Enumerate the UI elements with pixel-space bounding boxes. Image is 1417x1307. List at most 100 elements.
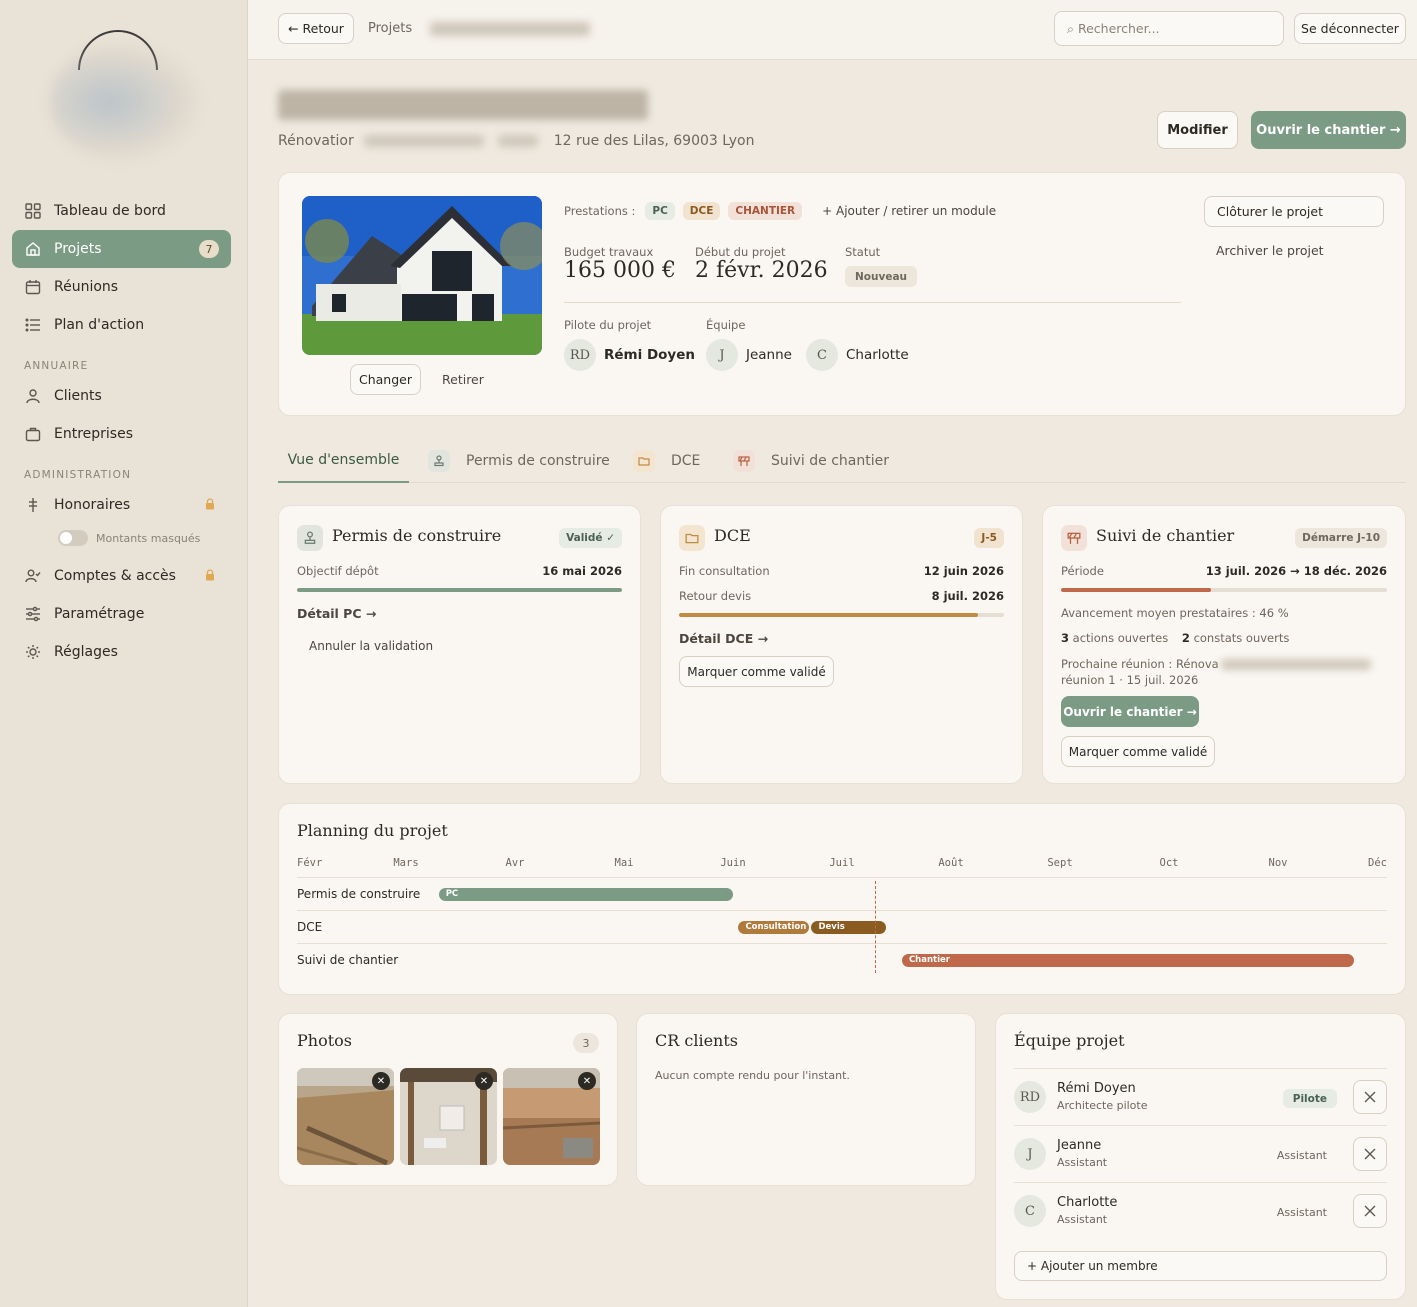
sidebar-item-companies[interactable]: Entreprises [12, 415, 231, 453]
planning-bar[interactable]: Chantier [901, 954, 1355, 967]
remove-member-button[interactable] [1353, 1137, 1387, 1171]
lock-icon [205, 568, 215, 584]
open-site-card-button[interactable]: Ouvrir le chantier → [1061, 696, 1199, 727]
sidebar-item-action-plan[interactable]: Plan d'action [12, 306, 231, 344]
project-type: Rénovatior [278, 133, 354, 149]
close-icon[interactable]: ✕ [372, 1072, 390, 1090]
archive-project-link[interactable]: Archiver le projet [1216, 243, 1324, 258]
status-badge: Nouveau [845, 266, 918, 287]
project-address: 12 rue des Lilas, 69003 Lyon [553, 133, 755, 149]
briefcase-icon [24, 425, 42, 443]
toggle-switch[interactable] [58, 530, 88, 546]
user-check-icon [24, 567, 42, 585]
calendar-icon [24, 278, 42, 296]
photo-thumbnail[interactable]: ✕ [503, 1068, 600, 1165]
stamp-icon [428, 449, 450, 472]
sidebar-item-preferences[interactable]: Réglages [12, 633, 231, 671]
period-value: 13 juil. 2026 → 18 déc. 2026 [1205, 564, 1387, 578]
project-team-card: Équipe projet RD Rémi Doyen Architecte p… [995, 1013, 1406, 1300]
sidebar-item-clients[interactable]: Clients [12, 377, 231, 415]
sidebar-item-label: Projets [54, 241, 102, 257]
prestation-chip-chantier: CHANTIER [728, 202, 803, 220]
site-progress-bar [1061, 588, 1387, 592]
period-label: Période [1061, 564, 1104, 578]
tab-site-monitoring[interactable]: Suivi de chantier [733, 438, 889, 483]
planning-month-label: Mai [614, 857, 634, 869]
edit-button[interactable]: Modifier [1157, 111, 1238, 149]
add-member-button[interactable]: + Ajouter un membre [1014, 1251, 1387, 1281]
team-label: Équipe [706, 318, 746, 332]
planning-card: Planning du projet Févr Mars Avr Mai Juin Jui… [278, 803, 1406, 995]
planning-month-label: Juin [720, 857, 746, 869]
planning-title: Planning du projet [297, 821, 448, 840]
project-summary-card: Changer Retirer Prestations : PC DCE CHA… [278, 172, 1406, 416]
detail-pc-link[interactable]: Détail PC → [297, 606, 376, 621]
pilot-badge: Pilote [1282, 1089, 1337, 1108]
dce-card: DCE J-5 Fin consultation 12 juin 2026 Re… [660, 505, 1023, 784]
mark-validated-button[interactable]: Marquer comme validé [679, 656, 834, 687]
avatar: C [805, 339, 838, 371]
planning-bar[interactable]: PC [438, 888, 733, 901]
photos-count-badge: 3 [573, 1033, 599, 1053]
end-consultation-value: 12 juin 2026 [923, 564, 1004, 578]
progress-fill [679, 613, 978, 617]
remove-member-button[interactable] [1353, 1194, 1387, 1228]
planning-month-label: Nov [1268, 857, 1288, 869]
close-project-button[interactable]: Clôturer le projet [1204, 196, 1384, 227]
mark-validated-button[interactable]: Marquer comme validé [1061, 736, 1215, 767]
remove-member-button[interactable] [1353, 1080, 1387, 1114]
project-title-blurred [278, 90, 648, 120]
sidebar-item-label: Plan d'action [54, 317, 145, 333]
sliders-icon [24, 605, 42, 623]
add-module-link[interactable]: + Ajouter / retirer un module [822, 204, 996, 218]
planning-month-label: Mars [393, 857, 419, 869]
tab-dce[interactable]: DCE [633, 438, 700, 483]
dce-progress-bar [679, 613, 1004, 617]
lock-icon [205, 497, 215, 513]
tab-overview[interactable]: Vue d'ensemble [278, 438, 409, 483]
logout-button[interactable]: Se déconnecter [1294, 13, 1406, 44]
close-icon[interactable]: ✕ [475, 1072, 493, 1090]
back-button[interactable]: ← Retour [278, 13, 354, 44]
next-meeting-line1: Prochaine réunion : Rénova [1061, 657, 1219, 671]
team-title: Équipe projet [1014, 1031, 1125, 1050]
close-icon[interactable]: ✕ [578, 1072, 596, 1090]
start-label: Début du projet [695, 245, 786, 259]
photo-thumbnail[interactable]: ✕ [297, 1068, 394, 1165]
amounts-hidden-toggle[interactable]: Montants masqués [58, 530, 200, 546]
sidebar-item-projects[interactable]: Projets 7 [12, 230, 231, 268]
end-consultation-label: Fin consultation [679, 564, 770, 578]
progress-fill [297, 588, 622, 592]
tab-label: DCE [671, 452, 701, 469]
member-role: Architecte pilote [1057, 1099, 1148, 1112]
sidebar-item-label: Réunions [54, 279, 119, 295]
sidebar-item-dashboard[interactable]: Tableau de bord [12, 192, 231, 230]
tab-label: Permis de construire [466, 452, 610, 469]
sidebar-item-settings-config[interactable]: Paramétrage [12, 595, 231, 633]
avatar: RD [564, 339, 596, 371]
detail-dce-link[interactable]: Détail DCE → [679, 631, 768, 646]
next-meeting: Prochaine réunion : Rénova réunion 1 · 1… [1061, 656, 1371, 688]
member-tag: Assistant [1276, 1206, 1327, 1219]
sidebar-item-meetings[interactable]: Réunions [12, 268, 231, 306]
photo-thumbnail[interactable]: ✕ [400, 1068, 497, 1165]
planning-bar[interactable]: Consultation [738, 921, 810, 934]
breadcrumb-projects[interactable]: Projets [368, 21, 412, 36]
search-input[interactable]: ⌕ Rechercher... [1054, 11, 1284, 46]
remove-photo-button[interactable]: Retirer [442, 372, 484, 387]
tab-building-permit[interactable]: Permis de construire [428, 438, 610, 483]
sidebar-item-fees[interactable]: Honoraires [12, 486, 231, 524]
change-photo-button[interactable]: Changer [350, 364, 421, 395]
sidebar-item-accounts[interactable]: Comptes & accès [12, 557, 231, 595]
member-tag: Assistant [1276, 1149, 1327, 1162]
prestations-row: Prestations : PC DCE CHANTIER + Ajouter … [564, 202, 996, 220]
sidebar-item-label: Tableau de bord [54, 203, 166, 219]
member-role: Assistant [1057, 1156, 1108, 1169]
cancel-validation-button[interactable]: Annuler la validation [309, 639, 433, 653]
open-site-button[interactable]: Ouvrir le chantier → [1251, 111, 1406, 149]
section-annuaire: ANNUAIRE [24, 360, 89, 372]
pilot-name: Rémi Doyen [604, 347, 695, 363]
close-icon [1364, 1148, 1376, 1160]
currency-icon [24, 496, 42, 514]
average-progress-text: Avancement moyen prestataires : 46 % [1061, 606, 1289, 620]
